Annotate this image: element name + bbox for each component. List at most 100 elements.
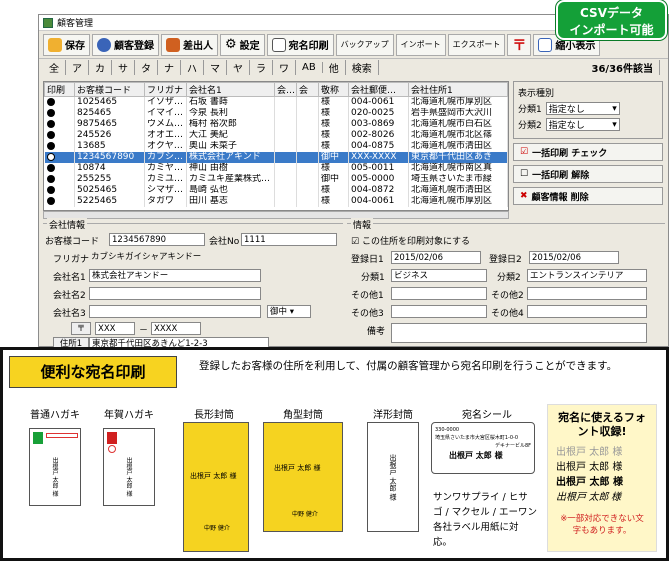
print-flag-icon[interactable] xyxy=(46,174,55,183)
info-class1-select[interactable]: ビジネス xyxy=(391,269,487,282)
zip-lookup-button[interactable]: 〒 xyxy=(71,322,91,335)
table-row[interactable]: 13685 オクヤ… 奥山 未菜子 様 004-0875 北海道札幌市清田区 xyxy=(44,141,508,152)
print-flag-icon[interactable] xyxy=(46,119,55,128)
backup-button[interactable]: バックアップ xyxy=(335,33,394,56)
table-row[interactable]: 1025465 イソザ… 石坂 書蒔 様 004-0061 北海道札幌市厚別区 xyxy=(44,96,508,108)
kana-tab[interactable]: ラ xyxy=(250,59,273,75)
label-print-button[interactable]: 宛名印刷 xyxy=(266,33,334,56)
table-cell xyxy=(296,96,319,108)
column-header[interactable]: 印刷 xyxy=(44,82,75,97)
kana-tab[interactable]: ヤ xyxy=(227,59,250,75)
bulk-print-clear-button[interactable]: ☐ 一括印刷 解除 xyxy=(513,165,663,183)
stamp-icon xyxy=(107,432,117,444)
kana-tab[interactable]: カ xyxy=(89,59,112,75)
zip1-input[interactable]: XXX xyxy=(95,322,135,335)
table-row[interactable]: 255255 カミユ… カミユキ産業株式… 御中 005-0000 埼玉県さいたま市緑 xyxy=(44,174,508,185)
table-row[interactable]: 10874 カミヤ… 神山 由樹 様 005-0011 北海道札幌市南区真 xyxy=(44,163,508,174)
info-class2-select[interactable]: エントランスインテリア xyxy=(527,269,647,282)
table-row[interactable]: 245526 オオエ… 大江 美紀 様 002-8026 北海道札幌市北区篠 xyxy=(44,130,508,141)
table-cell: オオエ… xyxy=(144,130,187,141)
class1-select[interactable]: 指定なし ▾ xyxy=(545,102,620,115)
other1-input[interactable] xyxy=(391,287,487,300)
kana-tab[interactable]: サ xyxy=(112,59,135,75)
table-row[interactable]: 5225465 タガワ 田川 基志 様 004-0061 北海道札幌市厚別区 xyxy=(44,196,508,207)
other2-input[interactable] xyxy=(527,287,647,300)
delete-customer-button[interactable]: ✖ 顧客情報 削除 xyxy=(513,187,663,205)
customer-code-input[interactable]: 1234567890 xyxy=(109,233,205,246)
memo-input[interactable] xyxy=(391,323,647,343)
settings-button[interactable]: ⚙ 設定 xyxy=(220,33,265,56)
reg-date1-input[interactable]: 2015/02/06 xyxy=(391,251,481,264)
reg-date2-input[interactable]: 2015/02/06 xyxy=(529,251,619,264)
kana-tab[interactable]: 検索 xyxy=(346,59,379,75)
column-header[interactable]: 会社郵便… xyxy=(348,82,409,97)
kana-filter-bar: 全アカサタナハマヤラワ AB 他検索 36/36件該当 xyxy=(39,59,668,75)
kana-tab[interactable]: ワ xyxy=(273,59,296,75)
sender-button[interactable]: 差出人 xyxy=(161,33,218,56)
print-flag-icon[interactable] xyxy=(46,163,55,172)
print-flag-icon[interactable] xyxy=(46,141,55,150)
table-cell xyxy=(274,108,297,119)
table-cell: 北海道札幌市北区篠 xyxy=(408,130,508,141)
print-target-checkbox[interactable]: ☑ この住所を印刷対象にする xyxy=(351,234,470,247)
print-flag-icon[interactable] xyxy=(46,130,55,139)
column-header[interactable]: 会 xyxy=(296,82,319,97)
column-header[interactable]: 会社名1 xyxy=(186,82,275,97)
table-row[interactable]: 825465 イマイ… 今泉 長利 様 020-0025 岩手県盛岡市大沢川 xyxy=(44,108,508,119)
banner-description: 登録したお客様の住所を利用して、付属の顧客管理から宛名印刷を行うことができます。 xyxy=(199,360,618,372)
result-count: 36/36件該当 xyxy=(586,59,660,75)
print-flag-icon[interactable] xyxy=(46,97,55,106)
honorific-select[interactable]: 御中 ▾ xyxy=(267,305,311,318)
company-name1-input[interactable]: 株式会社アキンドー xyxy=(89,269,261,282)
table-cell: 002-8026 xyxy=(348,130,409,141)
kana-tab[interactable]: タ xyxy=(135,59,158,75)
column-header[interactable]: フリガナ xyxy=(144,82,187,97)
class2-select[interactable]: 指定なし ▾ xyxy=(545,118,620,131)
customer-table[interactable]: 印刷 お客様コード フリガナ 会社名1 会… 会敬称 会社郵便… 会社住所1 1025465 イ… xyxy=(43,81,509,211)
info-section: 情報 ☑ この住所を印刷対象にする 登録日1 2015/02/06 登録日2 2… xyxy=(347,218,665,343)
column-header[interactable]: 敬称 xyxy=(318,82,349,97)
class1-label: 分類1 xyxy=(518,105,542,115)
import-button[interactable]: インポート xyxy=(395,33,446,56)
kana-tab[interactable]: 他 xyxy=(323,59,346,75)
table-row[interactable]: 9875465 ウメム… 梅村 裕次郎 様 003-0869 北海道札幌市白石区 xyxy=(44,119,508,130)
print-flag-icon[interactable] xyxy=(46,108,55,117)
company-name2-input[interactable] xyxy=(89,287,261,300)
postal-mark-button[interactable]: 〒 xyxy=(507,33,532,56)
display-type-legend: 表示種別 xyxy=(518,89,555,99)
save-button[interactable]: 保存 xyxy=(43,33,90,56)
column-header[interactable]: 会… xyxy=(274,82,297,97)
customer-register-button[interactable]: 顧客登録 xyxy=(92,33,159,56)
table-cell: 005-0000 xyxy=(348,174,409,185)
table-row[interactable]: 5025465 シマザ… 島崎 弘也 様 004-0872 北海道札幌市清田区 xyxy=(44,185,508,196)
table-cell: 北海道札幌市厚別区 xyxy=(408,96,508,108)
other4-input[interactable] xyxy=(527,305,647,318)
table-cell: 梅村 裕次郎 xyxy=(186,119,275,130)
column-header[interactable]: 会社住所1 xyxy=(408,82,508,97)
table-row[interactable]: 1234567890 カブシ… 株式会社アキンド 御中 XXX-XXXX 東京都千代田区あ… xyxy=(44,152,508,163)
dropdown-arrow-icon: ▾ xyxy=(612,103,617,114)
table-cell: 奥山 未菜子 xyxy=(186,141,275,152)
long-envelope-sample: 出根戸 太郎 様 中野 健介 xyxy=(183,422,249,552)
print-flag-icon[interactable] xyxy=(46,196,55,205)
horizontal-scrollbar[interactable] xyxy=(43,211,509,219)
zip2-input[interactable]: XXXX xyxy=(151,322,201,335)
table-cell: XXX-XXXX xyxy=(348,152,409,163)
kana-tab[interactable]: 全 xyxy=(43,59,66,75)
kana-tab[interactable]: ハ xyxy=(181,59,204,75)
kana-tab[interactable]: ア xyxy=(66,59,89,75)
furigana-input[interactable]: カブシキガイシャアキンドー xyxy=(89,251,261,264)
kana-tab[interactable]: ナ xyxy=(158,59,181,75)
table-cell xyxy=(274,119,297,130)
kana-tab[interactable]: マ xyxy=(204,59,227,75)
bulk-print-check-button[interactable]: ☑ 一括印刷 チェック xyxy=(513,143,663,161)
print-flag-icon[interactable] xyxy=(46,152,55,161)
company-no-input[interactable]: 1111 xyxy=(241,233,337,246)
column-header[interactable]: お客様コード xyxy=(74,82,145,97)
export-button[interactable]: エクスポート xyxy=(447,33,506,56)
postal-mark-icon: 〒 xyxy=(512,37,527,54)
company-name3-input[interactable] xyxy=(89,305,261,318)
print-flag-icon[interactable] xyxy=(46,185,55,194)
other3-input[interactable] xyxy=(391,305,487,318)
kana-tab[interactable]: AB xyxy=(296,61,323,73)
